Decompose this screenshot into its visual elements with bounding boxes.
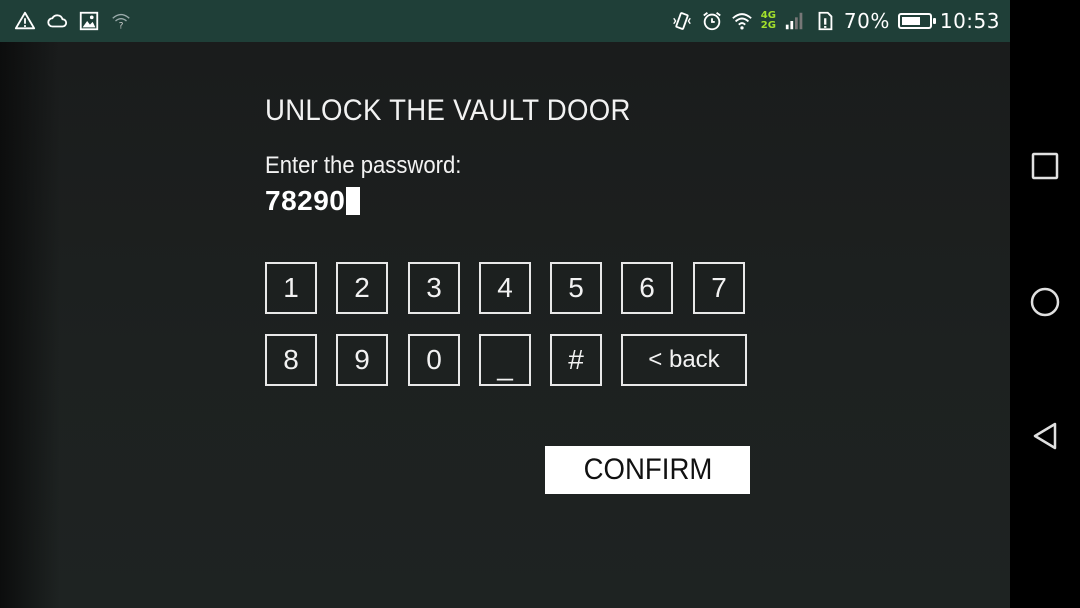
key-9[interactable]: 9 (336, 334, 388, 386)
vault-screen: UNLOCK THE VAULT DOOR Enter the password… (0, 42, 1010, 608)
status-left-icons: ? (14, 9, 132, 33)
page-title: UNLOCK THE VAULT DOOR (265, 94, 631, 127)
square-recents-icon (1029, 150, 1061, 187)
warning-icon (14, 10, 36, 32)
alarm-icon (701, 10, 723, 32)
vibrate-icon (671, 10, 693, 32)
recents-button[interactable] (1010, 138, 1080, 198)
key-7[interactable]: 7 (693, 262, 745, 314)
navigation-bar (1010, 0, 1080, 608)
key-5[interactable]: 5 (550, 262, 602, 314)
text-cursor (346, 187, 361, 215)
signal-icon (784, 10, 806, 32)
key-hash[interactable]: # (550, 334, 602, 386)
home-button[interactable] (1010, 274, 1080, 334)
password-field[interactable]: 78290 (265, 184, 361, 218)
cloud-icon (46, 10, 68, 32)
network-bottom-label: 2G (760, 20, 776, 31)
battery-percent: 70% (843, 9, 890, 33)
key-3[interactable]: 3 (408, 262, 460, 314)
key-8[interactable]: 8 (265, 334, 317, 386)
password-prompt: Enter the password: (265, 152, 462, 179)
key-underscore-label: _ (497, 350, 513, 381)
clock: 10:53 (939, 9, 1000, 33)
battery-level-fill (901, 17, 921, 25)
key-4[interactable]: 4 (479, 262, 531, 314)
key-0[interactable]: 0 (408, 334, 460, 386)
image-icon (78, 10, 100, 32)
key-2[interactable]: 2 (336, 262, 388, 314)
password-value: 78290 (265, 185, 346, 216)
wifi-question-icon: ? (110, 10, 132, 32)
confirm-button[interactable]: CONFIRM (545, 446, 750, 494)
network-type-badge: 4G 2G (761, 11, 776, 31)
back-button[interactable]: < back (621, 334, 747, 386)
svg-text:?: ? (119, 20, 124, 31)
key-6[interactable]: 6 (621, 262, 673, 314)
circle-home-icon (1029, 286, 1061, 323)
key-1[interactable]: 1 (265, 262, 317, 314)
confirm-label: CONFIRM (583, 453, 712, 486)
wifi-icon (731, 10, 753, 32)
status-right-icons: 4G 2G 70% 10:53 (671, 0, 1000, 42)
sim-icon (814, 10, 836, 32)
key-underscore[interactable]: _ (479, 334, 531, 386)
triangle-back-icon (1029, 420, 1061, 457)
back-nav-button[interactable] (1010, 408, 1080, 468)
battery-icon (897, 13, 936, 29)
status-bar: ? 4G 2G 70% 10:53 (0, 0, 1010, 42)
